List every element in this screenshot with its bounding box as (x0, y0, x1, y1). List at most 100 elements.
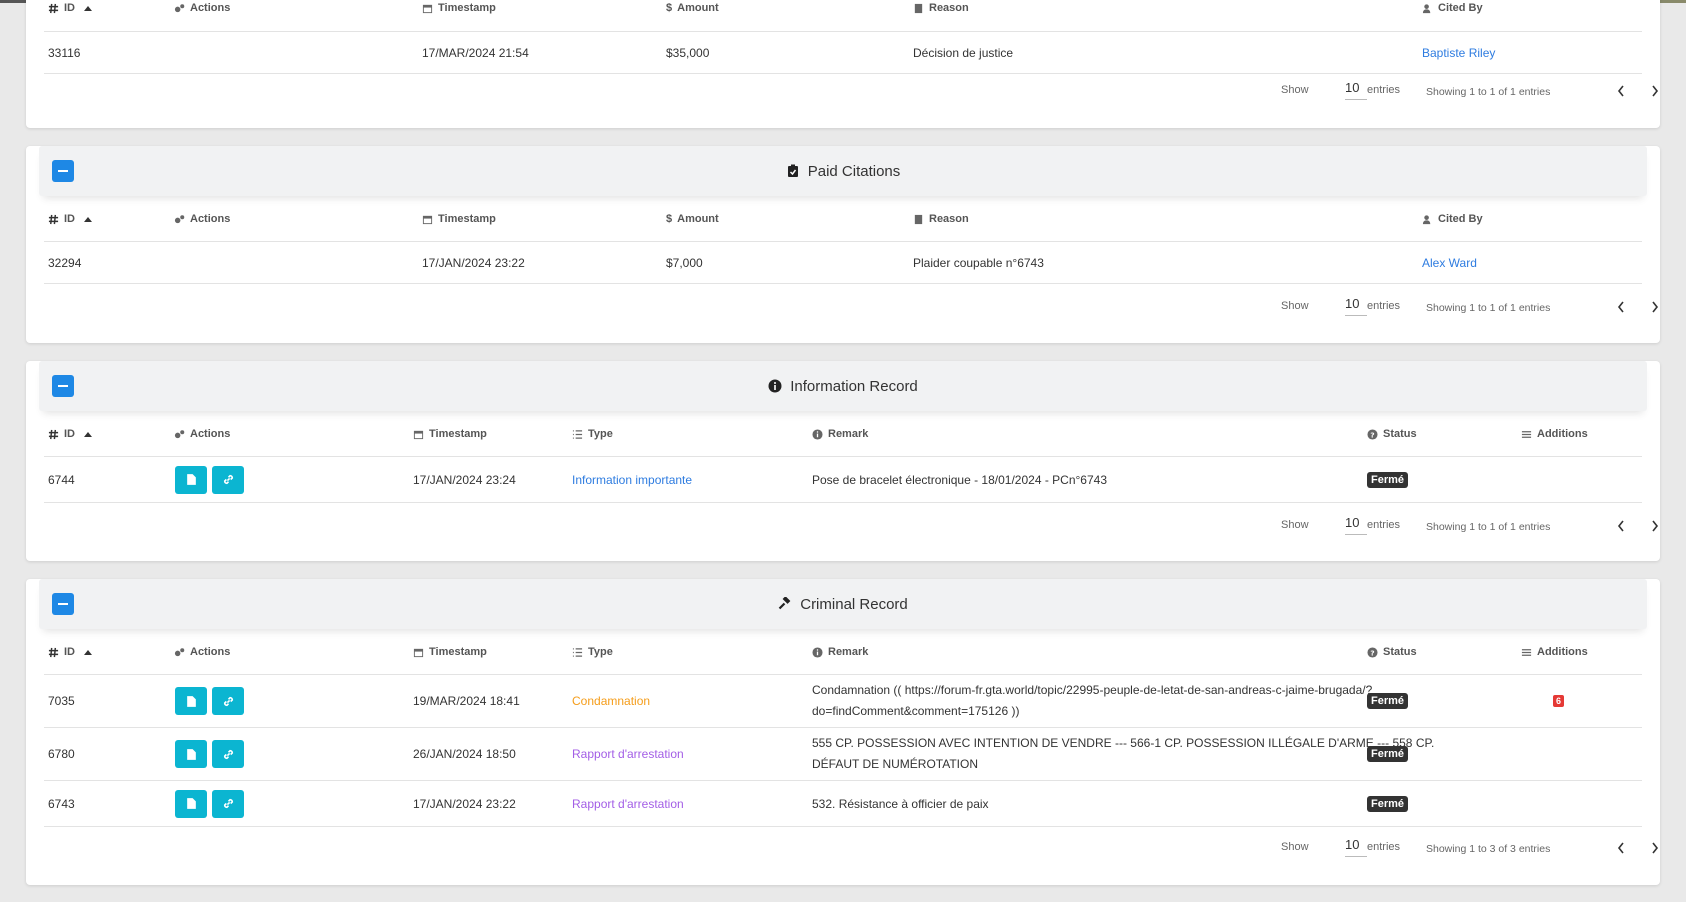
sort-asc-icon (84, 649, 92, 655)
file-icon (186, 695, 196, 707)
col-timestamp[interactable]: Timestamp (413, 428, 487, 440)
col-id[interactable]: ID (48, 428, 92, 440)
cell-reason: Décision de justice (913, 45, 1014, 60)
col-type[interactable]: Type (572, 646, 613, 658)
entries-select[interactable]: 10 (1345, 837, 1367, 857)
hash-icon (48, 647, 59, 657)
col-timestamp[interactable]: Timestamp (413, 646, 487, 658)
pagination-info: Showing 1 to 3 of 3 entries (1426, 843, 1551, 855)
hash-icon (48, 429, 59, 439)
next-page-button[interactable] (1648, 518, 1662, 534)
dollar-icon: $ (666, 2, 673, 14)
card-header: Information Record (39, 361, 1647, 411)
entries-select[interactable]: 10 (1345, 80, 1367, 100)
type-link[interactable]: Condamnation (572, 675, 650, 727)
collapse-button[interactable] (52, 593, 74, 615)
col-id[interactable]: ID (48, 2, 92, 14)
cell-actions (175, 781, 249, 826)
cell-timestamp: 26/JAN/2024 18:50 (413, 747, 516, 761)
col-status[interactable]: ? Status (1367, 428, 1417, 440)
next-page-button[interactable] (1648, 299, 1662, 315)
type-link[interactable]: Information importante (572, 457, 692, 502)
col-remark[interactable]: Remark (812, 428, 868, 440)
cogs-icon (174, 429, 185, 438)
file-icon (186, 748, 196, 760)
col-actions[interactable]: Actions (174, 213, 230, 225)
calendar-icon (422, 215, 433, 224)
unpaid-citations-card: ID Actions Timestamp $ Amount Reason Cit… (26, 0, 1660, 128)
status-badge: Fermé (1367, 693, 1409, 709)
question-circle-icon: ? (1367, 646, 1378, 658)
gavel-icon (778, 597, 791, 610)
col-actions[interactable]: Actions (174, 646, 230, 658)
col-amount[interactable]: $ Amount (666, 213, 719, 225)
criminal-record-table: ID Actions Timestamp Type Remark ? Statu… (44, 629, 1642, 827)
next-page-button[interactable] (1648, 83, 1662, 99)
table-header: ID Actions Timestamp $ Amount Reason Cit… (44, 196, 1642, 242)
cell-status: Fermé (1367, 781, 1409, 826)
criminal-record-card: Criminal Record ID Actions Timestamp Typ… (26, 579, 1660, 885)
view-file-button[interactable] (175, 740, 207, 768)
col-type[interactable]: Type (572, 428, 613, 440)
view-file-button[interactable] (175, 789, 207, 818)
col-id[interactable]: ID (48, 213, 92, 225)
cogs-icon (174, 3, 185, 12)
status-badge: Fermé (1367, 746, 1409, 762)
copy-link-button[interactable] (212, 740, 244, 768)
table-footer: Show 10 entries Showing 1 to 3 of 3 entr… (44, 831, 1659, 871)
sliders-icon (1521, 430, 1532, 438)
collapse-button[interactable] (52, 375, 74, 397)
collapse-button[interactable] (52, 160, 74, 182)
link-icon (223, 474, 233, 485)
type-link[interactable]: Rapport d'arrestation (572, 728, 684, 780)
list-icon (572, 429, 583, 439)
col-actions[interactable]: Actions (174, 2, 230, 14)
cell-actions (175, 457, 249, 502)
col-id[interactable]: ID (48, 646, 92, 658)
card-header: Paid Citations (39, 146, 1647, 196)
table-footer: Show 10 entries Showing 1 to 1 of 1 entr… (44, 290, 1659, 330)
status-badge: Fermé (1367, 795, 1409, 812)
cell-remark: 532. Résistance à officier de paix (812, 796, 989, 811)
pagination-info: Showing 1 to 1 of 1 entries (1426, 521, 1551, 533)
prev-page-button[interactable] (1614, 299, 1628, 315)
card-title: Paid Citations (807, 162, 901, 180)
cell-id: 6780 (48, 747, 75, 761)
view-file-button[interactable] (175, 687, 207, 715)
cell-actions (175, 675, 249, 727)
prev-page-button[interactable] (1614, 840, 1628, 856)
entries-select[interactable]: 10 (1345, 296, 1367, 316)
cited-by-link[interactable]: Alex Ward (1422, 242, 1477, 283)
cogs-icon (174, 647, 185, 656)
prev-page-button[interactable] (1614, 518, 1628, 534)
col-status[interactable]: ? Status (1367, 646, 1417, 658)
additions-count-badge[interactable]: 6 (1553, 695, 1565, 707)
col-remark[interactable]: Remark (812, 646, 868, 658)
copy-link-button[interactable] (212, 465, 244, 494)
entries-select[interactable]: 10 (1345, 515, 1367, 535)
col-amount[interactable]: $ Amount (666, 2, 719, 14)
information-record-card: Information Record ID Actions Timestamp … (26, 361, 1660, 561)
copy-link-button[interactable] (212, 789, 244, 818)
copy-link-button[interactable] (212, 687, 244, 715)
book-icon (914, 3, 923, 13)
next-page-button[interactable] (1648, 840, 1662, 856)
col-actions[interactable]: Actions (174, 428, 230, 440)
col-additions[interactable]: Additions (1521, 646, 1588, 658)
prev-page-button[interactable] (1614, 83, 1628, 99)
dollar-icon: $ (666, 213, 673, 225)
col-additions[interactable]: Additions (1521, 428, 1588, 440)
col-reason[interactable]: Reason (913, 213, 969, 225)
cited-by-link[interactable]: Baptiste Riley (1422, 32, 1495, 73)
type-link[interactable]: Rapport d'arrestation (572, 781, 684, 826)
view-file-button[interactable] (175, 465, 207, 494)
sliders-icon (1521, 648, 1532, 656)
cell-timestamp: 17/JAN/2024 23:24 (413, 472, 516, 487)
col-timestamp[interactable]: Timestamp (422, 2, 496, 14)
pagination-info: Showing 1 to 1 of 1 entries (1426, 86, 1551, 98)
col-timestamp[interactable]: Timestamp (422, 213, 496, 225)
col-cited-by[interactable]: Cited By (1422, 213, 1483, 225)
col-reason[interactable]: Reason (913, 2, 969, 14)
cell-status: Fermé (1367, 457, 1409, 502)
col-cited-by[interactable]: Cited By (1422, 2, 1483, 14)
